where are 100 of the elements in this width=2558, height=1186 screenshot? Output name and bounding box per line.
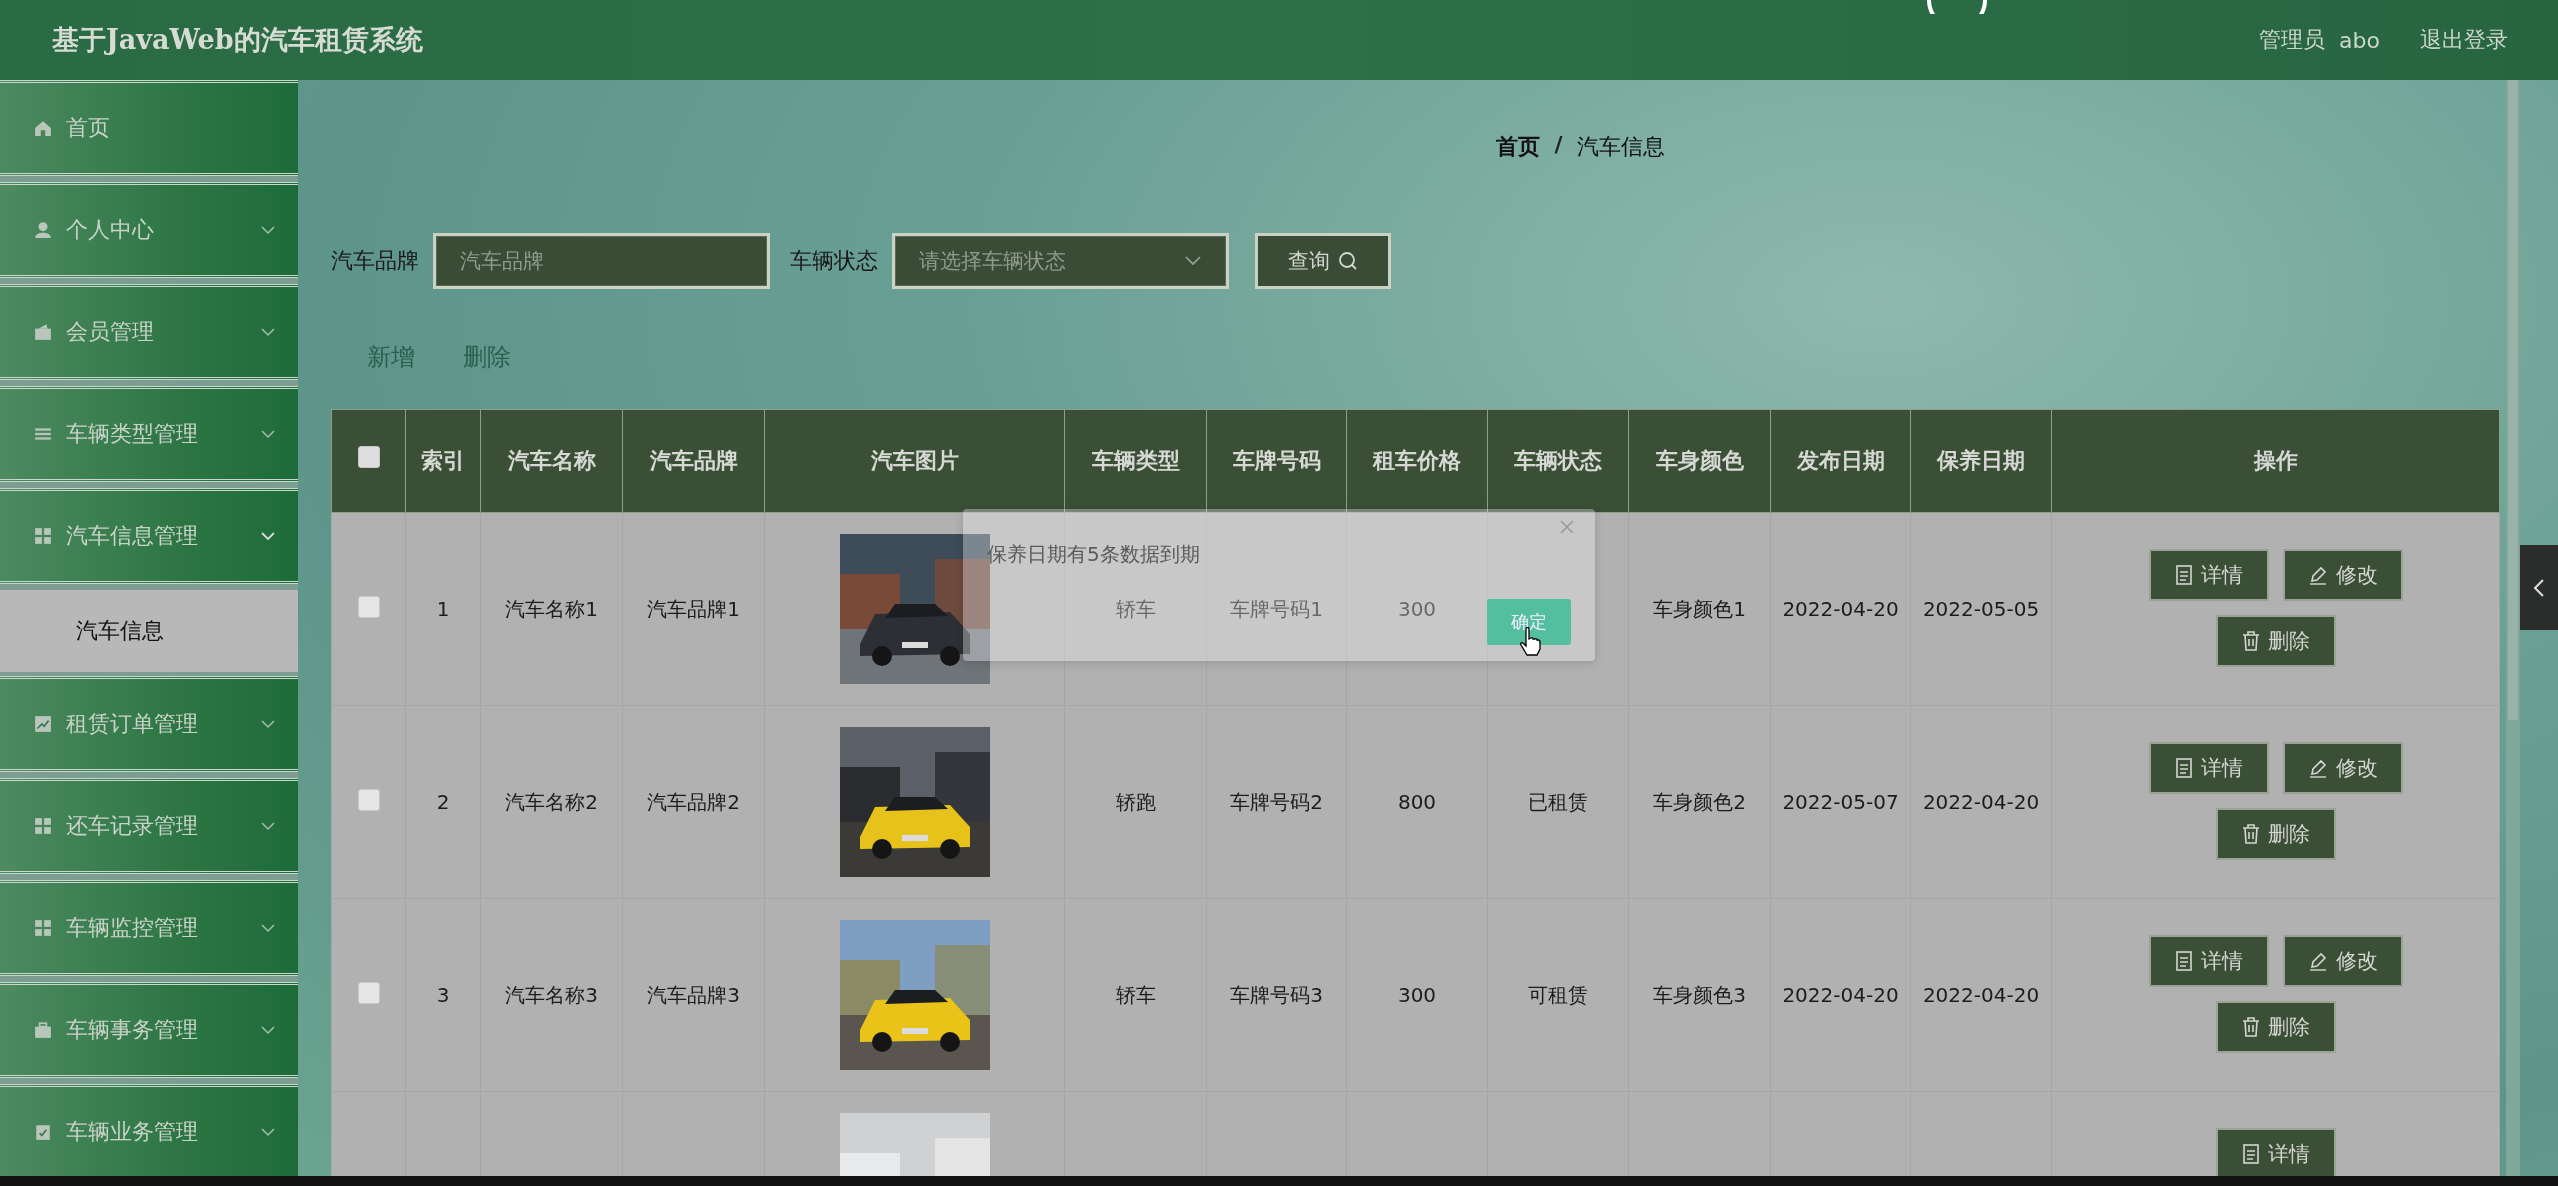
brand-input[interactable]: 汽车品牌 [433,233,770,289]
column-header: 车身颜色 [1628,409,1771,513]
sidebar-item[interactable]: 车辆业务管理 [0,1084,298,1176]
table-cell: 2022-04-20 [1922,983,2040,1007]
edit-button[interactable]: 修改 [2282,549,2403,601]
table-cell: 轿跑 [1115,789,1156,814]
table-cell: 2022-04-20 [1922,790,2040,814]
table-cell: 300 [1397,597,1437,621]
chevron-icon [260,923,276,933]
scrollbar-thumb[interactable] [2508,80,2518,720]
table-cell: 汽车品牌2 [647,789,740,814]
sidebar-item[interactable]: 会员管理 [0,284,298,380]
document-icon [2174,951,2193,971]
column-header: 发布日期 [1770,409,1911,513]
column-header: 车牌号码 [1206,409,1347,513]
app-title: 基于JavaWeb的汽车租赁系统 [52,23,423,57]
edit-button[interactable]: 修改 [2282,742,2403,794]
column-header: 汽车图片 [764,409,1065,513]
table-cell: 车牌号码3 [1230,982,1323,1007]
chart-icon [34,715,52,733]
pencil-icon [2307,758,2328,778]
sidebar-item[interactable]: 租赁订单管理 [0,676,298,772]
column-header: 操作 [2051,409,2500,513]
column-header: 租车价格 [1346,409,1488,513]
scrollbar[interactable] [2506,80,2520,1176]
username: abo [2339,27,2380,53]
chevron-icon [260,327,276,337]
delete-button[interactable]: 删除 [2215,808,2336,860]
home-icon [34,119,52,137]
edit-button[interactable]: 修改 [2282,935,2403,987]
field-label: 汽车品牌 [331,247,419,275]
table-cell: 车牌号码2 [1230,789,1323,814]
detail-button[interactable]: 详情 [2215,1128,2336,1176]
chevron-icon [260,225,276,235]
sidebar-item[interactable]: 车辆事务管理 [0,982,298,1078]
logout-link[interactable]: 退出登录 [2420,25,2508,55]
table-cell: 已租赁 [1528,789,1588,814]
row-checkbox[interactable] [357,788,380,811]
table-cell: 2022-05-05 [1922,597,2040,621]
chevron-icon [260,1025,276,1035]
trash-icon [2241,631,2260,651]
collapse-handle[interactable] [2520,545,2558,630]
wallet-icon [34,323,52,341]
sidebar-item[interactable]: 车辆监控管理 [0,880,298,976]
grid-icon [34,527,52,545]
table-cell: 轿车 [1115,596,1156,621]
breadcrumb-link[interactable]: 汽车信息 [1576,132,1665,162]
table-cell: 800 [1397,790,1437,814]
trash-icon [2241,1017,2260,1037]
table-cell: 汽车名称3 [505,982,598,1007]
detail-button[interactable]: 详情 [2148,742,2269,794]
detail-button[interactable]: 详情 [2148,549,2269,601]
chevron-icon [260,1127,276,1137]
table-cell: 2 [436,790,450,814]
chevron-icon [260,429,276,439]
clipboard-icon [34,1123,52,1141]
chevron-icon [260,719,276,729]
grid-icon [34,817,52,835]
table-cell: 车身颜色1 [1653,596,1746,621]
column-header: 索引 [405,409,481,513]
table-cell: 3 [436,983,450,1007]
search-icon [1338,251,1358,271]
sidebar-item[interactable]: 汽车信息管理 [0,488,298,584]
sidebar-subitem[interactable]: 汽车信息 [0,590,298,672]
delete-button[interactable]: 删除 [2215,1001,2336,1053]
close-icon [1559,519,1575,535]
sidebar-item[interactable]: 首页 [0,80,298,176]
status-dropdown[interactable]: 请选择车辆状态 [892,233,1229,289]
column-header: 车辆状态 [1487,409,1629,513]
grid-icon [34,919,52,937]
table-cell: 车牌号码1 [1230,596,1323,621]
sidebar-item[interactable]: 车辆类型管理 [0,386,298,482]
column-header: 汽车品牌 [622,409,765,513]
trash-icon [2241,824,2260,844]
sidebar-item[interactable]: 还车记录管理 [0,778,298,874]
search-button[interactable]: 查询 [1255,233,1391,289]
table-cell: 汽车品牌3 [647,982,740,1007]
table-cell: 2022-04-20 [1782,983,1899,1007]
breadcrumb-link[interactable]: 首页 [1496,132,1541,162]
document-icon [2174,758,2193,778]
table-cell: 1 [436,597,450,621]
table-cell: 汽车名称1 [505,596,598,621]
select-all-checkbox[interactable] [357,445,380,468]
row-checkbox[interactable] [357,595,380,618]
delete-button[interactable]: 删除 [2215,615,2336,667]
row-checkbox[interactable] [357,981,380,1004]
list-icon [34,425,52,443]
chevron-icon [260,821,276,831]
sidebar-item[interactable]: 个人中心 [0,182,298,278]
table-cell: 300 [1397,983,1437,1007]
detail-button[interactable]: 详情 [2148,935,2269,987]
table-cell: 车身颜色3 [1653,982,1746,1007]
user-icon [34,221,52,239]
column-header: 保养日期 [1910,409,2052,513]
column-header: 汽车名称 [480,409,623,513]
user-role: 管理员 [2259,26,2326,54]
document-icon [2174,565,2193,585]
briefcase-icon [34,1021,52,1039]
table-cell: 汽车名称2 [505,789,598,814]
field-label: 车辆状态 [790,247,878,275]
